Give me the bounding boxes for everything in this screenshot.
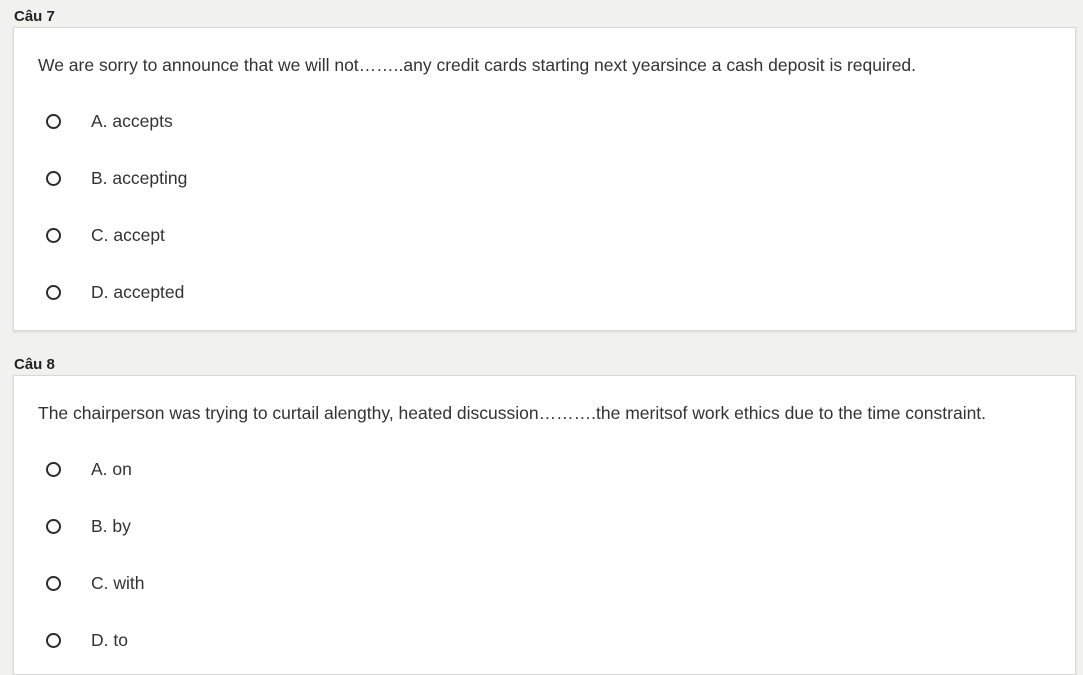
- radio-button-icon[interactable]: [46, 113, 61, 129]
- option-label: B. accepting: [91, 168, 188, 188]
- question-7-text: We are sorry to announce that we will no…: [38, 55, 917, 75]
- question-7-header: Câu 7: [14, 8, 55, 25]
- option-label: B. by: [91, 516, 131, 536]
- option-label: D. accepted: [91, 282, 185, 302]
- option-label: C. accept: [91, 225, 165, 245]
- radio-button-icon[interactable]: [46, 518, 61, 534]
- radio-button-icon[interactable]: [46, 632, 61, 648]
- radio-button-icon[interactable]: [46, 227, 61, 243]
- option-label: C. with: [91, 573, 145, 593]
- option-label: D. to: [91, 630, 128, 650]
- question-7-card: We are sorry to announce that we will no…: [13, 27, 1076, 331]
- question-8-option-c[interactable]: C. with: [46, 571, 144, 595]
- radio-button-icon[interactable]: [46, 284, 61, 300]
- question-8-card: The chairperson was trying to curtail al…: [13, 375, 1076, 675]
- question-8-text: The chairperson was trying to curtail al…: [38, 403, 987, 423]
- question-8-option-d[interactable]: D. to: [46, 628, 128, 652]
- question-8-header: Câu 8: [14, 356, 55, 373]
- question-7-option-c[interactable]: C. accept: [46, 223, 165, 247]
- option-label: A. on: [91, 459, 132, 479]
- question-8-option-a[interactable]: A. on: [46, 457, 132, 481]
- radio-button-icon[interactable]: [46, 461, 61, 477]
- question-7-option-b[interactable]: B. accepting: [46, 166, 187, 190]
- radio-button-icon[interactable]: [46, 575, 61, 591]
- question-8-option-b[interactable]: B. by: [46, 514, 131, 538]
- question-7-option-a[interactable]: A. accepts: [46, 109, 173, 133]
- question-7-option-d[interactable]: D. accepted: [46, 280, 184, 304]
- radio-button-icon[interactable]: [46, 170, 61, 186]
- option-label: A. accepts: [91, 111, 173, 131]
